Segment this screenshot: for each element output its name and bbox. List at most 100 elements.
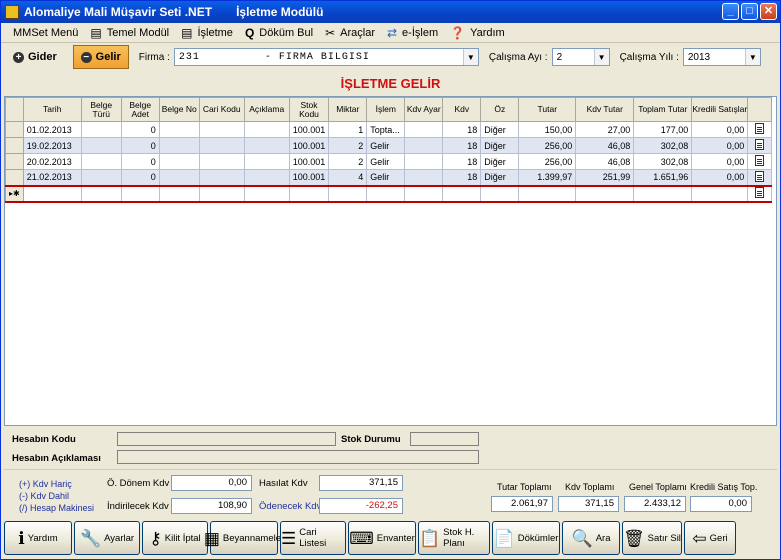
yardım-button[interactable]: ℹ Yardım	[4, 521, 72, 555]
menu-isletme[interactable]: ▤ İşletme	[181, 27, 233, 39]
chevron-down-icon[interactable]: ▼	[462, 49, 478, 65]
column-header[interactable]: Tutar	[518, 97, 577, 122]
menu-araclar[interactable]: ✂ Araçlar	[325, 27, 375, 39]
table-cell[interactable]: 1.399,97	[518, 169, 577, 186]
minimize-button[interactable]: _	[722, 3, 739, 20]
table-cell[interactable]: 46,08	[575, 153, 635, 170]
table-cell[interactable]	[243, 121, 290, 138]
table-cell[interactable]: Gelir	[366, 169, 406, 186]
kdv-dahil-link[interactable]: (-) Kdv Dahil	[19, 491, 69, 501]
column-header[interactable]: Cari Kodu	[198, 97, 245, 122]
stok-h-planı-button[interactable]: 📋 Stok H. Planı	[418, 521, 490, 555]
new-row[interactable]: ▸✱	[5, 184, 773, 203]
new-row-cell[interactable]	[22, 184, 82, 203]
menu-mmset[interactable]: MMSet Menü	[13, 27, 78, 39]
column-header[interactable]: Kredili Satışlar	[691, 97, 749, 122]
hesap-aciklama-field[interactable]	[117, 450, 479, 464]
table-cell[interactable]: 100.001	[288, 169, 330, 186]
table-cell[interactable]	[158, 153, 200, 170]
table-cell[interactable]: 20.02.2013	[22, 153, 82, 170]
menu-yardim[interactable]: ❓ Yardım	[450, 27, 505, 39]
table-cell[interactable]	[80, 169, 122, 186]
row-detail-cell[interactable]	[747, 169, 773, 186]
table-cell[interactable]	[404, 137, 444, 154]
menu-e-islem[interactable]: ⇄ e-İşlem	[387, 27, 438, 39]
column-header[interactable]: Öz	[480, 97, 520, 122]
table-cell[interactable]	[158, 121, 200, 138]
column-header[interactable]: Belge No	[158, 97, 200, 122]
table-cell[interactable]: 18	[442, 137, 482, 154]
row-selector[interactable]	[5, 153, 24, 170]
table-cell[interactable]: 0,00	[691, 121, 749, 138]
table-cell[interactable]: 2	[328, 137, 368, 154]
gelir-button[interactable]: − Gelir	[72, 45, 129, 69]
new-row-cell[interactable]	[575, 184, 635, 203]
yil-select[interactable]: 2013 ▼	[682, 48, 761, 66]
new-row-cell[interactable]	[198, 184, 245, 203]
table-cell[interactable]	[80, 153, 122, 170]
new-row-cell[interactable]	[80, 184, 122, 203]
column-header[interactable]: Belge Adet	[120, 97, 160, 122]
table-cell[interactable]: 18	[442, 153, 482, 170]
kilit-i-ptal-button[interactable]: ⚷ Kilit İptal	[142, 521, 208, 555]
new-row-cell[interactable]	[691, 184, 749, 203]
table-cell[interactable]	[198, 169, 245, 186]
document-icon[interactable]	[755, 170, 765, 182]
row-detail-cell[interactable]	[747, 137, 773, 154]
close-button[interactable]: ✕	[760, 3, 777, 20]
table-row[interactable]: 19.02.2013 0 100.001 2 Gelir 18 Diğer 256,00 46,…	[5, 137, 773, 154]
column-header[interactable]: Kdv Tutar	[575, 97, 635, 122]
table-cell[interactable]: 177,00	[633, 121, 693, 138]
table-cell[interactable]: 4	[328, 169, 368, 186]
column-header[interactable]: Kdv Ayar	[404, 97, 444, 122]
row-selector[interactable]	[5, 137, 24, 154]
new-row-cell[interactable]	[633, 184, 693, 203]
table-cell[interactable]: Diğer	[480, 137, 520, 154]
document-icon[interactable]	[755, 139, 765, 150]
kdv-haric-link[interactable]: (+) Kdv Hariç	[19, 479, 72, 489]
dökümler-button[interactable]: 📄 Dökümler	[492, 521, 560, 555]
document-icon[interactable]	[755, 155, 765, 166]
table-cell[interactable]: 0	[120, 153, 160, 170]
row-detail-cell[interactable]	[747, 184, 773, 203]
cari-listesi-button[interactable]: ☰ Cari Listesi	[280, 521, 346, 555]
menu-dokum-bul[interactable]: Q Döküm Bul	[245, 27, 313, 39]
column-header[interactable]: Stok Kodu	[288, 97, 330, 122]
table-cell[interactable]: 1.651,96	[633, 169, 693, 186]
table-cell[interactable]: Diğer	[480, 153, 520, 170]
table-cell[interactable]: Gelir	[366, 137, 406, 154]
new-row-cell[interactable]	[518, 184, 577, 203]
geri-button[interactable]: ⇦ Geri	[684, 521, 736, 555]
table-cell[interactable]: 21.02.2013	[22, 169, 82, 186]
table-cell[interactable]	[158, 169, 200, 186]
column-header[interactable]: Açıklama	[243, 97, 290, 122]
column-header[interactable]: Miktar	[328, 97, 368, 122]
document-icon[interactable]	[755, 123, 765, 134]
table-cell[interactable]	[243, 137, 290, 154]
new-row-cell[interactable]	[404, 184, 444, 203]
table-cell[interactable]: 0	[120, 169, 160, 186]
table-cell[interactable]: Topta...	[366, 121, 406, 138]
table-cell[interactable]: 0,00	[691, 137, 749, 154]
hesap-kodu-field[interactable]	[117, 432, 336, 446]
ay-select[interactable]: 2 ▼	[551, 48, 610, 66]
onceki-kdv-field[interactable]: 0,00	[171, 475, 252, 491]
table-cell[interactable]: 0	[120, 137, 160, 154]
envanter-button[interactable]: ⌨ Envanter	[348, 521, 416, 555]
table-cell[interactable]: 302,08	[633, 153, 693, 170]
ara-button[interactable]: 🔍 Ara	[562, 521, 620, 555]
maximize-button[interactable]: □	[741, 3, 758, 20]
column-header[interactable]: İşlem	[366, 97, 406, 122]
row-selector[interactable]	[5, 121, 24, 138]
ayarlar-button[interactable]: 🔧 Ayarlar	[74, 521, 140, 555]
menu-temel-modul[interactable]: ▤ Temel Modül	[90, 27, 169, 39]
column-header[interactable]: Toplam Tutar	[633, 97, 693, 122]
table-cell[interactable]: 100.001	[288, 153, 330, 170]
new-row-cell[interactable]	[480, 184, 520, 203]
table-cell[interactable]: 100.001	[288, 121, 330, 138]
title-bar[interactable]: Alomaliye Mali Müşavir Seti .NET İşletme…	[1, 1, 780, 23]
table-cell[interactable]: 01.02.2013	[22, 121, 82, 138]
table-cell[interactable]: 0,00	[691, 153, 749, 170]
table-cell[interactable]: 19.02.2013	[22, 137, 82, 154]
table-row[interactable]: 20.02.2013 0 100.001 2 Gelir 18 Diğer 256,00 46,…	[5, 153, 773, 170]
